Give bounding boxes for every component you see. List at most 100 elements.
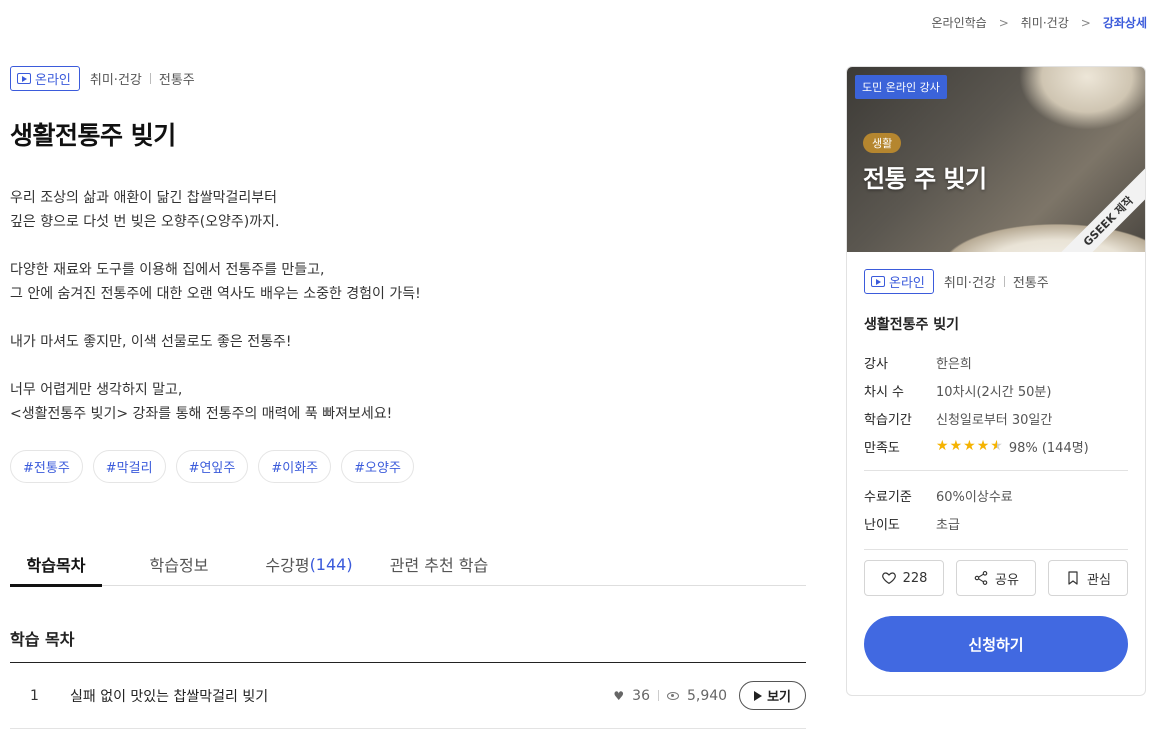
tag-chip[interactable]: #연잎주 <box>175 450 249 483</box>
tab-related[interactable]: 관련 추천 학습 <box>364 542 514 586</box>
tab-reviews[interactable]: 수강평 (144) <box>254 542 364 586</box>
breadcrumb-item-category[interactable]: 취미·건강 <box>1021 14 1069 31</box>
info-row: 학습기간 신청일로부터 30일간 <box>864 404 1128 432</box>
table-row: 1 실패 없이 맛있는 찹쌀막걸리 빚기 ♥ 36 5,940 보기 <box>10 663 806 729</box>
description-line: 깊은 향으로 다섯 번 빚은 오향주(오양주)까지. <box>10 214 280 230</box>
tag-chip[interactable]: #전통주 <box>10 450 83 483</box>
video-play-icon <box>871 276 885 287</box>
lesson-number: 1 <box>30 687 39 704</box>
card-category: 취미·건강 <box>943 276 996 291</box>
course-description: 우리 조상의 삶과 애환이 닮긴 찹쌀막걸리부터 깊은 향으로 다섯 번 빚은 … <box>10 186 806 426</box>
share-label: 공유 <box>995 572 1019 588</box>
course-criteria-list: 수료기준 60%이상수료 난이도 초급 <box>864 481 1128 537</box>
play-icon <box>754 690 763 701</box>
info-key: 수료기준 <box>864 489 912 505</box>
divider <box>1003 276 1005 287</box>
tag-list: #전통주 #막걸리 #연잎주 #이화주 #오양주 <box>10 450 806 483</box>
info-row: 차시 수 10차시(2시간 50분) <box>864 376 1128 404</box>
completion-criteria: 60%이상수료 <box>936 489 1013 505</box>
online-badge: 온라인 <box>10 66 80 91</box>
card-actions: 228 공유 관심 <box>864 560 1128 596</box>
tag-chip[interactable]: #막걸리 <box>92 450 166 483</box>
like-button[interactable]: 228 <box>864 560 944 596</box>
description-paragraph: 다양한 재료와 도구를 이용해 집에서 전통주를 만들고, 그 안에 숨겨진 전… <box>10 258 806 306</box>
tag-chip[interactable]: #오양주 <box>341 450 414 483</box>
share-icon <box>974 571 988 585</box>
share-button[interactable]: 공유 <box>956 560 1036 596</box>
course-category: 취미·건강 <box>89 73 142 88</box>
tab-label: 학습정보 <box>149 556 209 575</box>
thumbnail-label: 도민 온라인 강사 <box>855 75 947 99</box>
info-row: 난이도 초급 <box>864 509 1128 537</box>
breadcrumb-item-online[interactable]: 온라인학습 <box>932 14 987 31</box>
description-paragraph: 너무 어렵게만 생각하지 말고, <생활전통주 빚기> 강좌를 통해 전통주의 … <box>10 378 806 426</box>
breadcrumb: 온라인학습 > 취미·건강 > 강좌상세 <box>932 14 1147 31</box>
course-main: 온라인 취미·건강 전통주 생활전통주 빚기 우리 조상의 삶과 애환이 닮긴 … <box>10 66 806 729</box>
course-subcategory: 전통주 <box>158 73 195 88</box>
online-badge-label: 온라인 <box>889 276 925 291</box>
divider <box>864 470 1128 471</box>
star-half-icon: ★ <box>990 438 1003 454</box>
thumbnail-title: 전통 주 빚기 <box>863 165 987 193</box>
rating-text: 98% (144명) <box>1008 440 1089 456</box>
lesson-count: 10차시(2시간 50분) <box>936 384 1052 400</box>
heart-icon: ♥ <box>613 688 625 703</box>
breadcrumb-item-current: 강좌상세 <box>1102 16 1147 30</box>
tab-toc[interactable]: 학습목차 <box>10 542 102 587</box>
course-meta: 온라인 취미·건강 전통주 <box>10 66 806 91</box>
rating: ★ ★ ★ ★ ★ 98% (144명) <box>936 437 1089 456</box>
bookmark-icon <box>1068 571 1078 585</box>
bookmark-label: 관심 <box>1087 572 1111 588</box>
online-badge: 온라인 <box>864 269 934 294</box>
tab-label: 수강평 <box>265 556 310 575</box>
card-subcategory: 전통주 <box>1012 276 1049 291</box>
video-play-icon <box>17 73 31 84</box>
description-line: 너무 어렵게만 생각하지 말고, <box>10 382 183 398</box>
toc-title: 학습 목차 <box>10 630 75 649</box>
apply-button[interactable]: 신청하기 <box>864 616 1128 672</box>
chevron-right-icon: > <box>998 15 1009 30</box>
description-line: 다양한 재료와 도구를 이용해 집에서 전통주를 만들고, <box>10 262 325 278</box>
instructor-name: 한은희 <box>936 356 972 372</box>
tag-chip[interactable]: #이화주 <box>258 450 332 483</box>
producer-ribbon: GSEEK 제작 <box>1047 160 1145 252</box>
card-title: 생활전통주 빚기 <box>864 317 960 333</box>
tab-label: 학습목차 <box>26 556 86 575</box>
difficulty: 초급 <box>936 517 960 533</box>
course-thumbnail: 도민 온라인 강사 생활 전통 주 빚기 GSEEK 제작 <box>847 67 1145 252</box>
info-key: 난이도 <box>864 517 900 533</box>
description-paragraph: 내가 마셔도 좋지만, 이색 선물로도 좋은 전통주! <box>10 330 806 354</box>
description-paragraph: 우리 조상의 삶과 애환이 닮긴 찹쌀막걸리부터 깊은 향으로 다섯 번 빚은 … <box>10 186 806 234</box>
info-key: 만족도 <box>864 440 900 456</box>
lesson-view-button[interactable]: 보기 <box>739 681 806 710</box>
course-tabs: 학습목차 학습정보 수강평 (144) 관련 추천 학습 <box>10 542 806 587</box>
lesson-title: 실패 없이 맛있는 찹쌀막걸리 빚기 <box>70 688 269 705</box>
course-summary-card: 도민 온라인 강사 생활 전통 주 빚기 GSEEK 제작 온라인 취미·건강 … <box>846 66 1146 696</box>
info-key: 차시 수 <box>864 384 905 400</box>
chevron-right-icon: > <box>1080 15 1091 30</box>
description-line: 내가 마셔도 좋지만, 이색 선물로도 좋은 전통주! <box>10 334 292 350</box>
tab-label: 관련 추천 학습 <box>389 556 489 575</box>
divider <box>149 73 151 84</box>
info-key: 강사 <box>864 356 888 372</box>
star-rating: ★ ★ ★ ★ ★ <box>936 439 1003 453</box>
info-row: 수료기준 60%이상수료 <box>864 481 1128 509</box>
tab-info[interactable]: 학습정보 <box>104 542 254 586</box>
description-line: 우리 조상의 삶과 애환이 닮긴 찹쌀막걸리부터 <box>10 190 277 206</box>
page-title: 생활전통주 빚기 <box>10 121 176 150</box>
heart-icon <box>881 572 896 585</box>
divider <box>657 690 659 701</box>
eye-icon <box>666 691 679 700</box>
description-line: <생활전통주 빚기> 강좌를 통해 전통주의 매력에 푹 빠져보세요! <box>10 406 393 422</box>
card-meta: 온라인 취미·건강 전통주 <box>864 269 1128 294</box>
bookmark-button[interactable]: 관심 <box>1048 560 1128 596</box>
card-body: 온라인 취미·건강 전통주 생활전통주 빚기 강사 한은희 차시 수 10차시(… <box>847 269 1145 672</box>
lesson-stats: ♥ 36 5,940 <box>613 688 727 704</box>
lesson-views: 5,940 <box>686 687 728 704</box>
star-icon: ★ <box>976 438 990 454</box>
course-info-list: 강사 한은희 차시 수 10차시(2시간 50분) 학습기간 신청일로부터 30… <box>864 348 1128 460</box>
like-count: 228 <box>902 570 928 586</box>
info-row: 강사 한은희 <box>864 348 1128 376</box>
star-icon: ★ <box>963 438 976 454</box>
view-button-label: 보기 <box>767 690 791 705</box>
